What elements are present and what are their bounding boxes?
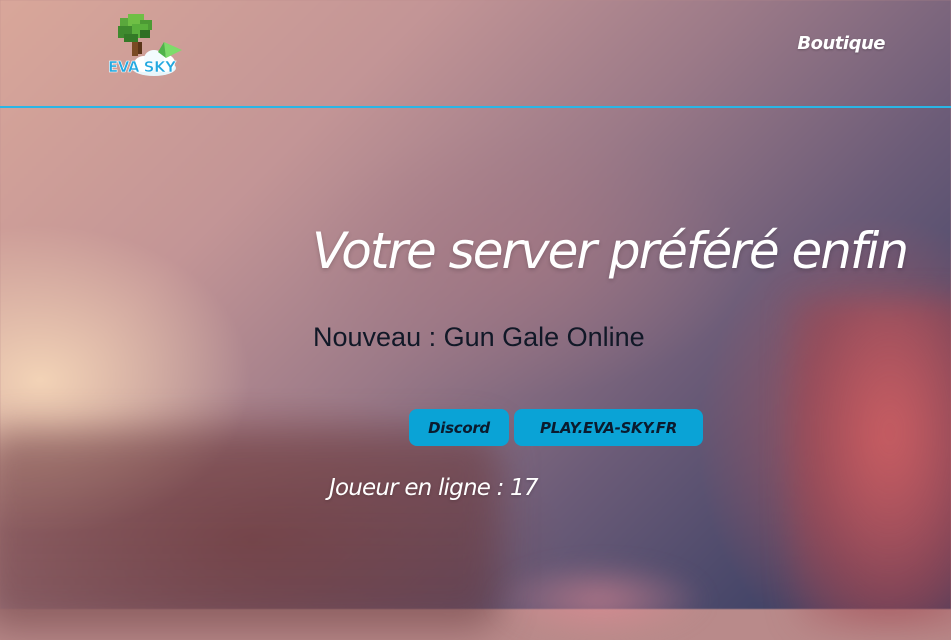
tree-island-logo-icon: EVA SKY [108,14,182,76]
online-players-label: Joueur en ligne : [329,475,511,501]
online-players-status: Joueur en ligne : 17 [329,475,539,501]
discord-button[interactable]: Discord [409,409,509,446]
eva-sky-logo[interactable]: EVA SKY [106,12,198,82]
background-blur-character [790,300,951,630]
svg-text:EVA SKY: EVA SKY [108,58,177,76]
online-players-count: 17 [510,475,538,501]
navbar: EVA SKY Boutique [0,0,951,108]
hero-title: Votre server préféré enfin [312,222,909,280]
nav-link-boutique[interactable]: Boutique [797,33,885,54]
background-glow [490,560,710,640]
hero-subtitle: Nouveau : Gun Gale Online [313,322,645,352]
background-blur-block [0,430,500,630]
server-ip-button[interactable]: PLAY.EVA-SKY.FR [514,409,703,446]
